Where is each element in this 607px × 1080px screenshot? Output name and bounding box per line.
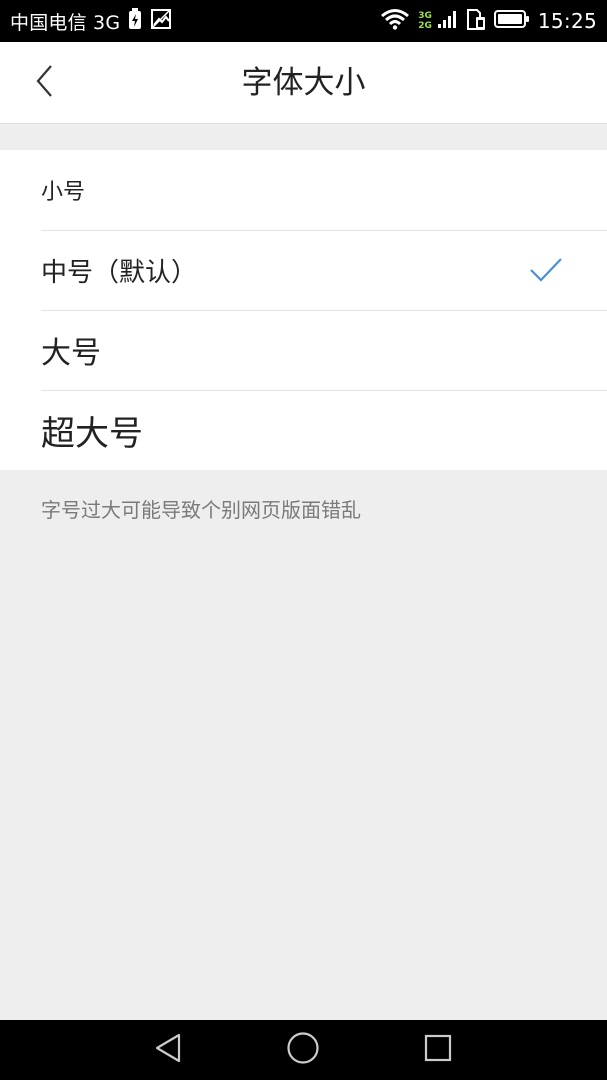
sim-label-2: 2G xyxy=(418,21,432,31)
sim-network-labels: 3G 2G xyxy=(418,11,432,31)
option-small[interactable]: 小号 xyxy=(0,150,607,230)
nav-back-button[interactable] xyxy=(150,1032,186,1068)
option-extra-large[interactable]: 超大号 xyxy=(0,390,607,470)
battery-icon xyxy=(493,9,530,33)
option-large[interactable]: 大号 xyxy=(0,310,607,390)
option-label: 小号 xyxy=(41,180,86,205)
option-medium-default[interactable]: 中号（默认） xyxy=(0,230,607,310)
wifi-icon xyxy=(380,8,410,34)
signal-icon xyxy=(437,8,458,34)
home-circle-icon xyxy=(286,1031,320,1069)
recent-square-icon xyxy=(423,1033,453,1067)
option-label: 中号（默认） xyxy=(41,257,198,288)
sim-label-1: 3G xyxy=(418,11,432,21)
status-bar: 中国电信 3G 3G 2G 15:25 xyxy=(0,0,607,42)
option-label: 超大号 xyxy=(41,413,143,454)
navigation-bar xyxy=(0,1020,607,1080)
page-title: 字体大小 xyxy=(241,65,366,101)
status-right: 3G 2G 15:25 xyxy=(380,7,597,35)
font-size-options: 小号 中号（默认） 大号 超大号 xyxy=(0,150,607,470)
nav-home-button[interactable] xyxy=(285,1032,321,1068)
status-left: 中国电信 3G xyxy=(10,8,172,35)
back-triangle-icon xyxy=(153,1032,183,1068)
option-label: 大号 xyxy=(41,336,101,371)
image-icon xyxy=(150,8,172,34)
app-header: 字体大小 xyxy=(0,42,607,124)
nav-recent-apps-button[interactable] xyxy=(420,1032,456,1068)
battery-saver-icon xyxy=(128,8,142,34)
hint-text: 字号过大可能导致个别网页版面错乱 xyxy=(41,498,361,522)
clock: 15:25 xyxy=(537,9,597,33)
sim-icon xyxy=(466,7,486,35)
carrier-label: 中国电信 3G xyxy=(10,11,121,34)
check-icon xyxy=(529,256,563,284)
